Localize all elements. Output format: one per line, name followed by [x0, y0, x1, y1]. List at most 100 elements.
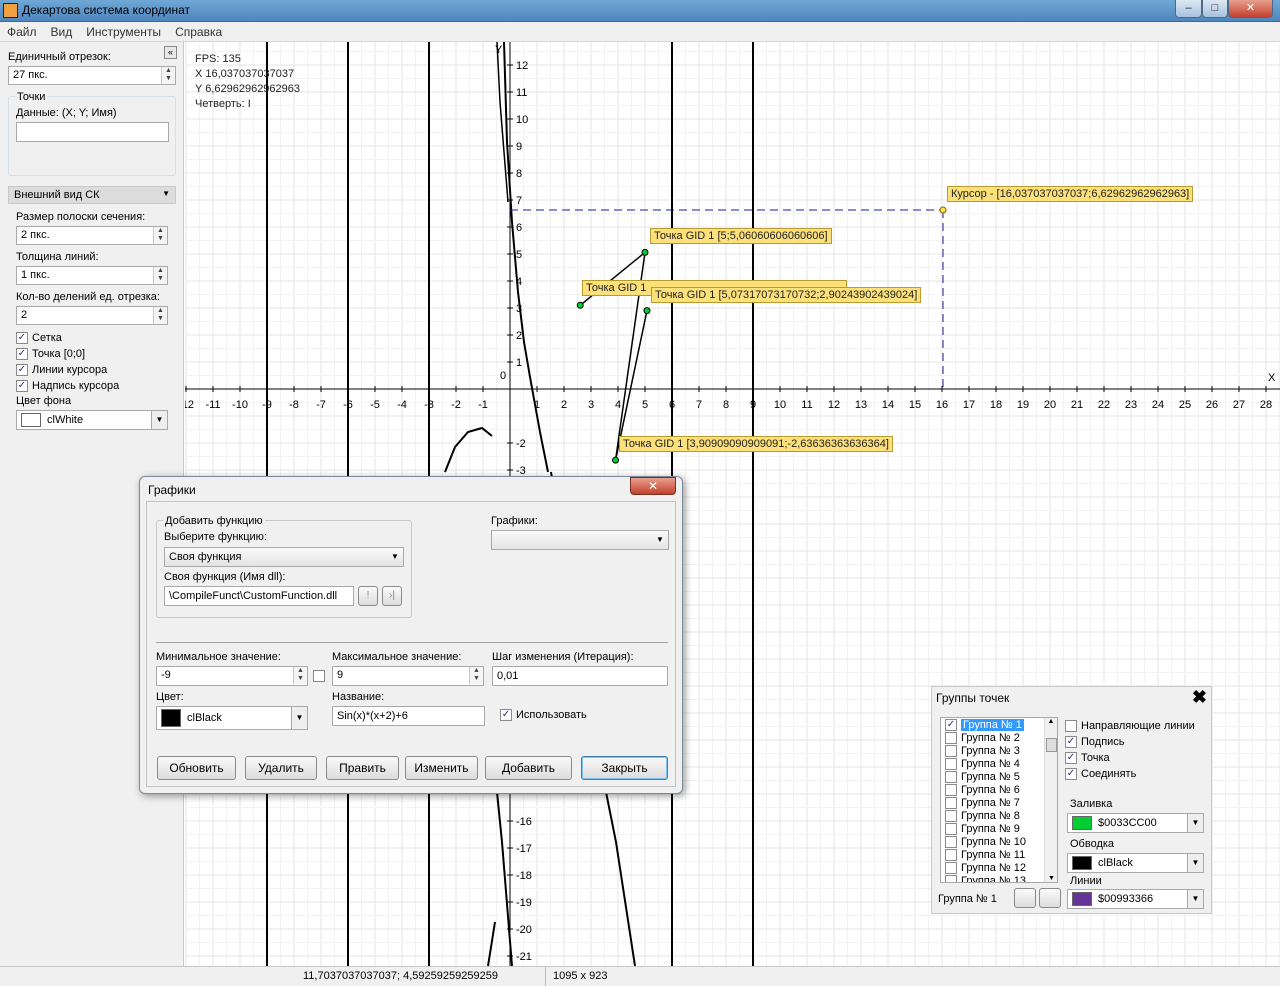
spin-arrows-icon[interactable]: ▲ ▼ [153, 227, 167, 244]
list-item-checkbox[interactable] [945, 796, 957, 809]
stroke-select[interactable]: clBlack ▼ [1067, 853, 1204, 873]
list-item[interactable]: Группа № 9 [941, 822, 1057, 835]
scroll-up-icon[interactable]: ▲ [1045, 718, 1057, 725]
y-tick-label: 9 [516, 141, 522, 153]
add-button[interactable]: Добавить [485, 756, 572, 780]
divisions-spinner[interactable]: 2 ▲ ▼ [16, 306, 168, 325]
spin-arrows-icon[interactable]: ▲ ▼ [153, 267, 167, 284]
section-size-spinner[interactable]: 2 пкс. ▲ ▼ [16, 226, 168, 245]
connect-checkbox[interactable]: ✓ Соединять [1065, 768, 1136, 780]
scrollbar[interactable]: ▲ ▼ [1044, 718, 1057, 882]
list-item-checkbox[interactable] [945, 744, 957, 757]
collapse-icon[interactable]: « [164, 46, 177, 59]
list-item[interactable]: Группа № 12 [941, 861, 1057, 874]
list-item-checkbox[interactable]: ✓ [945, 718, 957, 731]
menu-file[interactable]: Файл [0, 22, 44, 39]
warning-icon[interactable]: ! [358, 586, 378, 606]
list-item[interactable]: ✓ Группа № 1 [941, 718, 1057, 731]
use-checkbox[interactable]: ✓ Использовать [500, 709, 587, 721]
name-input[interactable]: Sin(x)*(x+2)+6 [332, 706, 485, 726]
list-item-checkbox[interactable] [945, 874, 957, 882]
scroll-thumb[interactable] [1046, 738, 1057, 752]
x-tick-label: 3 [588, 399, 594, 411]
browse-icon[interactable]: ›| [382, 586, 402, 606]
grid-checkbox[interactable]: ✓ Сетка [16, 332, 62, 344]
appearance-header[interactable]: Внешний вид СК ▼ [8, 186, 176, 204]
list-item-checkbox[interactable] [945, 848, 957, 861]
point-checkbox[interactable]: ✓ Точка [1065, 752, 1110, 764]
x-tick-label: 8 [723, 399, 729, 411]
spin-arrows-icon[interactable]: ▲ ▼ [161, 67, 175, 84]
delete-button[interactable]: Удалить [245, 756, 317, 780]
list-item-checkbox[interactable] [945, 861, 957, 874]
unit-spinner[interactable]: 27 пкс. ▲ ▼ [8, 66, 176, 85]
points-data-input[interactable] [16, 122, 169, 142]
close-icon[interactable]: ✖ [1192, 687, 1207, 708]
groups-list[interactable]: ✓ Группа № 1 Группа № 2 Группа № 3 Группа № … [940, 717, 1058, 883]
list-item-checkbox[interactable] [945, 835, 957, 848]
y-tick-label: 8 [516, 168, 522, 180]
y-tick-label: -16 [516, 816, 532, 828]
menu-help[interactable]: Справка [168, 22, 229, 39]
close-button[interactable]: ✕ [1228, 0, 1273, 18]
list-item[interactable]: Группа № 10 [941, 835, 1057, 848]
list-item[interactable]: Группа № 8 [941, 809, 1057, 822]
list-item[interactable]: Группа № 3 [941, 744, 1057, 757]
guide-lines-checkbox[interactable]: Направляющие линии [1065, 720, 1195, 732]
edit-button[interactable]: Править [326, 756, 399, 780]
x-tick-label: 23 [1125, 399, 1137, 411]
x-tick-label: 2 [561, 399, 567, 411]
list-item-checkbox[interactable] [945, 757, 957, 770]
origin-point-checkbox[interactable]: ✓ Точка [0;0] [16, 348, 85, 360]
min-spinner[interactable]: -9 ▲ ▼ [156, 666, 308, 686]
close-dialog-button[interactable]: Закрыть [581, 756, 668, 780]
lines-select[interactable]: $00993366 ▼ [1067, 889, 1204, 909]
cursor-lines-checkbox[interactable]: ✓ Линии курсора [16, 364, 107, 376]
menu-tools[interactable]: Инструменты [79, 22, 168, 39]
dialog-close-icon[interactable]: ✕ [630, 477, 676, 495]
step-input[interactable]: 0,01 [492, 666, 668, 686]
fill-select[interactable]: $0033CC00 ▼ [1067, 813, 1204, 833]
min-checkbox[interactable] [313, 670, 325, 685]
function-select[interactable]: Своя функция ▼ [164, 547, 404, 567]
list-item[interactable]: Группа № 5 [941, 770, 1057, 783]
list-item[interactable]: Группа № 11 [941, 848, 1057, 861]
caption-checkbox[interactable]: ✓ Подпись [1065, 736, 1125, 748]
color-select[interactable]: clBlack ▼ [156, 706, 308, 730]
max-spinner[interactable]: 9 ▲ ▼ [332, 666, 484, 686]
list-item[interactable]: Группа № 6 [941, 783, 1057, 796]
graphs-select[interactable]: ▼ [491, 530, 669, 550]
spin-arrows-icon[interactable]: ▲ ▼ [293, 667, 307, 684]
list-item-checkbox[interactable] [945, 822, 957, 835]
x-tick-label: 14 [882, 399, 894, 411]
group-action-button[interactable] [1014, 888, 1036, 908]
list-item[interactable]: Группа № 2 [941, 731, 1057, 744]
list-item-checkbox[interactable] [945, 809, 957, 822]
refresh-button[interactable]: Обновить [157, 756, 236, 780]
list-item-label: Группа № 3 [961, 744, 1020, 757]
menu-view[interactable]: Вид [44, 22, 80, 39]
scroll-down-icon[interactable]: ▼ [1045, 875, 1058, 882]
list-item-checkbox[interactable] [945, 731, 957, 744]
spin-arrows-icon[interactable]: ▲ ▼ [153, 307, 167, 324]
cursor-label-checkbox[interactable]: ✓ Надпись курсора [16, 380, 119, 392]
minimize-button[interactable]: – [1175, 0, 1202, 18]
list-item-checkbox[interactable] [945, 770, 957, 783]
dll-path-input[interactable]: \CompileFunct\CustomFunction.dll [164, 586, 354, 606]
unit-label: Единичный отрезок: [8, 51, 111, 63]
list-item[interactable]: Группа № 4 [941, 757, 1057, 770]
groups-title: Группы точек [936, 691, 1010, 705]
list-item-checkbox[interactable] [945, 783, 957, 796]
list-item-label: Группа № 11 [961, 848, 1026, 861]
list-item[interactable]: Группа № 7 [941, 796, 1057, 809]
group-action-button[interactable] [1039, 888, 1061, 908]
y-tick-label: 5 [516, 249, 522, 261]
spin-arrows-icon[interactable]: ▲ ▼ [469, 667, 483, 684]
y-tick-label: 1 [516, 357, 522, 369]
maximize-button[interactable]: □ [1202, 0, 1228, 18]
line-width-spinner[interactable]: 1 пкс. ▲ ▼ [16, 266, 168, 285]
change-button[interactable]: Изменить [405, 756, 478, 780]
chevron-down-icon: ▼ [1187, 890, 1203, 908]
bg-color-select[interactable]: clWhite ▼ [16, 410, 168, 430]
list-item[interactable]: Группа № 13 [941, 874, 1057, 882]
